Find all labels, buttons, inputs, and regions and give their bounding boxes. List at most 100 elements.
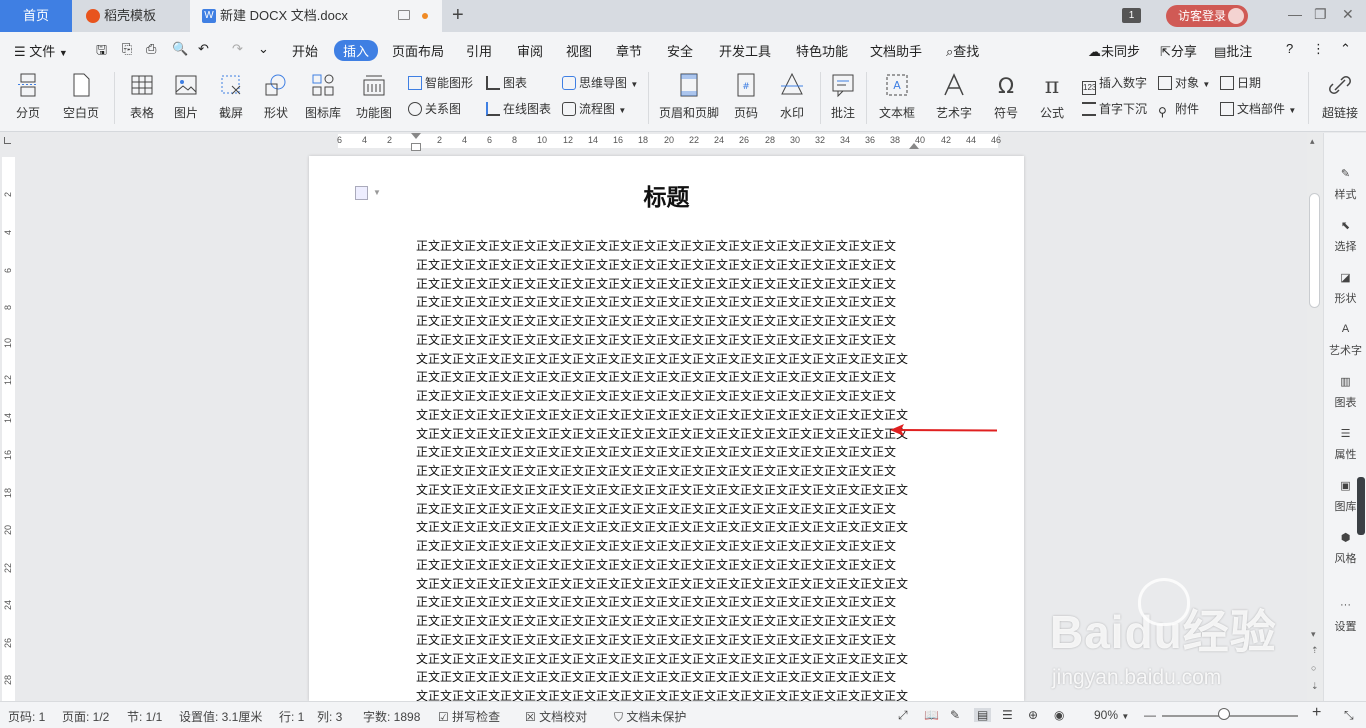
status-section[interactable]: 节: 1/1 [127,708,162,725]
sidebar-item-theme[interactable]: ⬢ 风格 [1324,531,1366,566]
document-line[interactable]: 文正文正文正文正文正文正文正文正文正文正文正文正文正文正文正文正文正文正文正文正… [416,350,916,369]
sidebar-item-properties[interactable]: ☰ 属性 [1324,427,1366,462]
doc-parts-button[interactable]: 文档部件 ▼ [1220,100,1296,117]
document-line[interactable]: 文正文正文正文正文正文正文正文正文正文正文正文正文正文正文正文正文正文正文正文正… [416,406,916,425]
sidebar-item-wordart[interactable]: A 艺术字 [1324,323,1366,358]
menu-developer[interactable]: 开发工具 [719,41,771,60]
document-line[interactable]: 正文正文正文正文正文正文正文正文正文正文正文正文正文正文正文正文正文正文正文正文 [416,500,916,519]
menu-special-features[interactable]: 特色功能 [796,41,848,60]
document-line[interactable]: 正文正文正文正文正文正文正文正文正文正文正文正文正文正文正文正文正文正文正文正文 [416,556,916,575]
page-break-button[interactable]: 分页 [6,66,50,126]
outline-view-icon[interactable]: ☰ [1002,708,1013,722]
shape-button[interactable]: 形状 [256,66,296,126]
status-word-count[interactable]: 字数: 1898 [363,708,420,725]
document-line[interactable]: 正文正文正文正文正文正文正文正文正文正文正文正文正文正文正文正文正文正文正文正文 [416,443,916,462]
menu-page-layout[interactable]: 页面布局 [392,41,444,60]
document-line[interactable]: 文正文正文正文正文正文正文正文正文正文正文正文正文正文正文正文正文正文正文正文正… [416,650,916,669]
relation-chart-button[interactable]: 关系图 [408,100,461,117]
fullscreen-icon[interactable]: ⤢ [898,708,908,723]
tab-home[interactable]: 首页 [0,0,72,32]
document-line[interactable]: 正文正文正文正文正文正文正文正文正文正文正文正文正文正文正文正文正文正文正文正文 [416,631,916,650]
first-line-indent-handle[interactable] [411,133,421,139]
menu-security[interactable]: 安全 [667,41,693,60]
print-preview-icon[interactable]: 🔍 [172,41,188,57]
document-body[interactable]: 正文正文正文正文正文正文正文正文正文正文正文正文正文正文正文正文正文正文正文正文… [416,237,916,706]
more-options-icon[interactable]: ⋮ [1312,41,1325,57]
screenshot-button[interactable]: 截屏 [210,66,252,126]
format-painter-icon[interactable]: ⎘ [122,41,132,57]
search-button[interactable]: ⌕查找 [946,41,979,60]
left-indent-handle[interactable] [411,143,421,151]
menu-start[interactable]: 开始 [292,41,318,60]
menu-insert[interactable]: 插入 [334,40,379,61]
document-line[interactable]: 正文正文正文正文正文正文正文正文正文正文正文正文正文正文正文正文正文正文正文正文 [416,293,916,312]
mindmap-button[interactable]: 思维导图 ▼ [562,74,638,91]
document-line[interactable]: 正文正文正文正文正文正文正文正文正文正文正文正文正文正文正文正文正文正文正文正文 [416,612,916,631]
sidebar-item-chart[interactable]: ▥ 图表 [1324,375,1366,410]
sync-status-button[interactable]: ☁未同步 [1088,41,1140,60]
reading-mode-icon[interactable]: 📖 [924,708,939,722]
zoom-in-icon[interactable]: + [1312,704,1321,722]
insert-number-button[interactable]: 123 插入数字 [1082,74,1147,95]
help-icon[interactable]: ? [1286,41,1293,56]
icon-library-button[interactable]: 图标库 [300,66,346,126]
prev-page-icon[interactable]: ⇡ [1311,645,1319,656]
quick-access-more-icon[interactable]: ⌄ [258,41,269,57]
date-button[interactable]: 日期 [1220,74,1261,91]
new-tab-icon[interactable]: + [452,4,464,27]
function-chart-button[interactable]: 功能图 [350,66,398,126]
proofread-button[interactable]: ☒ 文档校对 [525,708,587,725]
hyperlink-button[interactable]: 超链接 [1314,66,1366,126]
spellcheck-button[interactable]: ☑ 拼写检查 [438,708,500,725]
menu-chapter[interactable]: 章节 [616,41,642,60]
document-title[interactable]: 标题 [309,178,1024,212]
zoom-slider-thumb[interactable] [1218,708,1230,720]
screen-icon[interactable] [398,10,410,20]
document-line[interactable]: 正文正文正文正文正文正文正文正文正文正文正文正文正文正文正文正文正文正文正文正文 [416,331,916,350]
menu-doc-assistant[interactable]: 文档助手 [870,41,922,60]
scroll-down-icon[interactable]: ▾ [1311,629,1316,640]
chart-button[interactable]: 图表 [486,74,527,91]
file-menu[interactable]: ☰ 文件 ▼ [14,41,68,60]
page-view-icon[interactable]: ▤ [974,708,992,722]
comment-menu-button[interactable]: ▤批注 [1214,41,1252,60]
tab-daoke-templates[interactable]: 稻壳模板 [74,0,188,32]
attachment-button[interactable]: ⚲ 附件 [1158,100,1199,119]
vertical-ruler[interactable]: 2 4 6 8 10 12 14 16 18 20 22 24 26 28 [0,151,17,701]
expand-corner-icon[interactable]: ⤡ [1344,708,1354,723]
horizontal-ruler[interactable]: 6 4 2 2 4 6 8 10 12 14 16 18 20 22 24 26 28 30 32 34 36 38 40 4… [0,133,1307,151]
document-line[interactable]: 文正文正文正文正文正文正文正文正文正文正文正文正文正文正文正文正文正文正文正文正… [416,481,916,500]
print-icon[interactable]: ⎙ [146,41,156,57]
next-page-icon[interactable]: ⇣ [1311,681,1319,692]
comment-button[interactable]: 批注 [826,66,860,126]
online-chart-button[interactable]: 在线图表 [486,100,551,117]
document-line[interactable]: 正文正文正文正文正文正文正文正文正文正文正文正文正文正文正文正文正文正文正文正文 [416,462,916,481]
guest-login-button[interactable]: 访客登录 [1166,5,1248,27]
document-line[interactable]: 正文正文正文正文正文正文正文正文正文正文正文正文正文正文正文正文正文正文正文正文 [416,537,916,556]
header-footer-button[interactable]: 页眉和页脚 [656,66,722,126]
picture-button[interactable]: 图片 [166,66,206,126]
zoom-out-icon[interactable]: — [1144,708,1156,722]
status-row[interactable]: 行: 1 [279,708,304,725]
restore-icon[interactable]: ❐ [1314,6,1327,23]
web-view-icon[interactable]: ⊕ [1028,708,1038,722]
table-button[interactable]: 表格 [120,66,164,126]
drop-cap-button[interactable]: 首字下沉 [1082,100,1147,117]
redo-icon[interactable]: ↷ [232,41,243,57]
formula-button[interactable]: π 公式 [1032,66,1072,126]
zoom-level[interactable]: 90% ▼ [1094,708,1129,722]
wordart-button[interactable]: 艺术字 [928,66,980,126]
sidebar-item-style[interactable]: ✎ 样式 [1324,167,1366,202]
document-line[interactable]: 正文正文正文正文正文正文正文正文正文正文正文正文正文正文正文正文正文正文正文正文 [416,668,916,687]
window-count-badge[interactable]: 1 [1122,8,1141,23]
document-line[interactable]: 正文正文正文正文正文正文正文正文正文正文正文正文正文正文正文正文正文正文正文正文 [416,275,916,294]
share-button[interactable]: ⇱分享 [1160,41,1197,60]
protection-status[interactable]: ⛉ 文档未保护 [614,708,686,725]
document-line[interactable]: 正文正文正文正文正文正文正文正文正文正文正文正文正文正文正文正文正文正文正文正文 [416,237,916,256]
watermark-button[interactable]: 水印 [770,66,814,126]
menu-view[interactable]: 视图 [566,41,592,60]
document-line[interactable]: 正文正文正文正文正文正文正文正文正文正文正文正文正文正文正文正文正文正文正文正文 [416,256,916,275]
scrollbar-thumb[interactable] [1309,193,1320,308]
tab-document[interactable]: W 新建 DOCX 文档.docx [190,0,442,32]
vertical-scrollbar[interactable]: ▴ ▾ ⇡ ○ ⇣ [1307,133,1323,701]
